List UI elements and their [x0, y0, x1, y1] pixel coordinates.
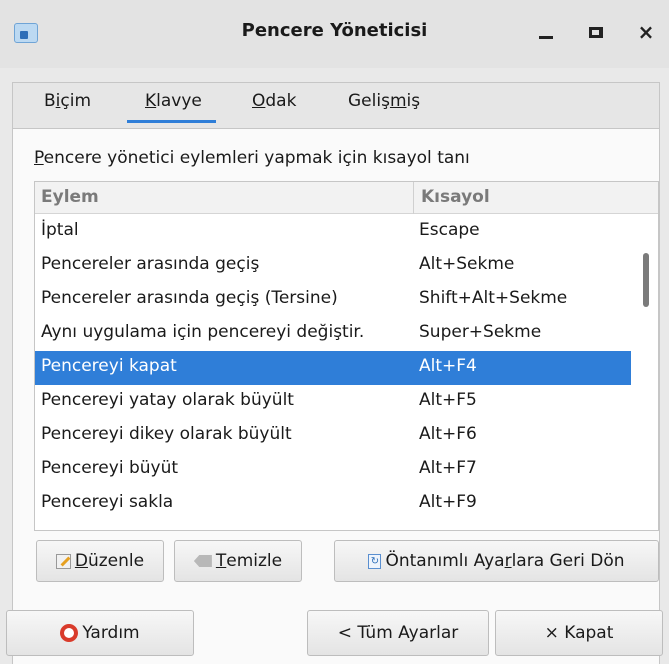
- tab-gelismis[interactable]: Gelişmiş: [348, 91, 420, 123]
- column-header-shortcut[interactable]: Kısayol: [421, 187, 490, 207]
- close-window-button[interactable]: ×: [628, 14, 664, 50]
- shortcut-list[interactable]: Eylem Kısayol İptal Escape Pencereler ara…: [34, 181, 659, 531]
- help-button[interactable]: Yardım: [6, 610, 194, 656]
- list-row[interactable]: Pencereyi yatay olarak büyült Alt+F5: [35, 385, 631, 419]
- clear-icon: [193, 555, 212, 567]
- list-row[interactable]: Pencereyi kapat Alt+F4: [35, 351, 631, 385]
- list-header: Eylem Kısayol: [35, 182, 658, 214]
- revert-icon: ↻: [368, 553, 382, 569]
- minimize-icon: [539, 35, 553, 39]
- tab-odak[interactable]: Odak: [252, 91, 296, 123]
- vertical-scrollbar[interactable]: [634, 214, 658, 530]
- maximize-icon: [589, 26, 603, 38]
- list-row[interactable]: Pencereler arasında geçiş (Tersine) Shift…: [35, 283, 631, 317]
- column-separator: [413, 182, 414, 214]
- clear-button[interactable]: Temizle: [174, 540, 302, 582]
- close-icon: ×: [637, 20, 655, 44]
- close-button[interactable]: × Kapat: [495, 610, 663, 656]
- maximize-button[interactable]: [578, 14, 614, 50]
- window-title: Pencere Yöneticisi: [241, 20, 428, 41]
- scrollbar-thumb[interactable]: [643, 253, 649, 307]
- column-header-action[interactable]: Eylem: [41, 187, 99, 207]
- tab-klavye[interactable]: Klavye: [127, 91, 216, 123]
- reset-defaults-button[interactable]: ↻ Öntanımlı Aya r lara Geri Dön: [334, 540, 659, 582]
- title-bar: Pencere Yöneticisi ×: [0, 0, 669, 68]
- edit-icon: [55, 553, 71, 569]
- list-row[interactable]: Pencereyi büyüt Alt+F7: [35, 453, 631, 487]
- minimize-button[interactable]: [528, 14, 564, 50]
- description-label: Pencere yönetici eylemleri yapmak için k…: [34, 148, 470, 168]
- all-settings-button[interactable]: < Tüm Ayarlar: [307, 610, 489, 656]
- edit-button[interactable]: Düzenle: [36, 540, 164, 582]
- list-row[interactable]: Aynı uygulama için pencereyi değiştir. Su…: [35, 317, 631, 351]
- list-row[interactable]: Pencereyi sakla Alt+F9: [35, 487, 631, 521]
- list-row[interactable]: Pencereler arasında geçiş Alt+Sekme: [35, 249, 631, 283]
- help-icon: [60, 624, 79, 642]
- list-row[interactable]: İptal Escape: [35, 215, 631, 249]
- tab-bar: Biçim Klavye Odak Gelişmiş: [12, 82, 660, 128]
- settings-panel: Biçim Klavye Odak Gelişmiş Pencere yönet…: [12, 68, 660, 664]
- tab-bicim[interactable]: Biçim: [44, 91, 91, 123]
- list-row[interactable]: Pencereyi dikey olarak büyült Alt+F6: [35, 419, 631, 453]
